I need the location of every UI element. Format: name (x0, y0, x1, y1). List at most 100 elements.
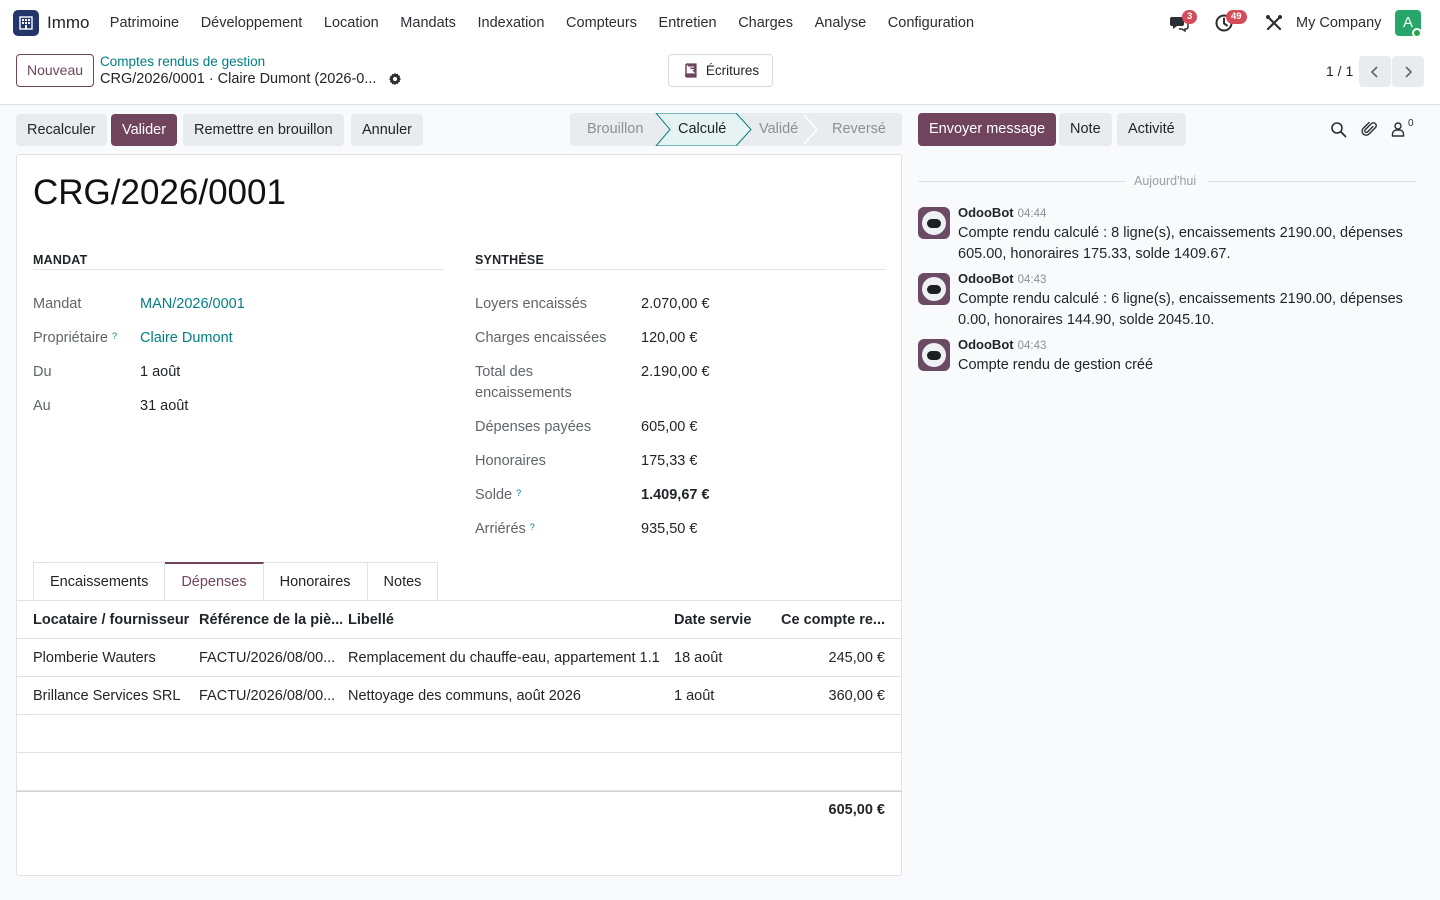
cell-libelle: Nettoyage des communs, août 2026 (348, 688, 581, 704)
col-header-montant[interactable]: Ce compte re... (775, 612, 885, 628)
honoraires-value: 175,33 € (641, 453, 698, 469)
log-note-button[interactable]: Note (1059, 113, 1112, 146)
pager-previous-button[interactable] (1359, 56, 1391, 87)
menu-item-entretien[interactable]: Entretien (648, 15, 728, 31)
stage-valide[interactable]: Validé (759, 121, 798, 137)
paperclip-icon[interactable] (1361, 121, 1378, 138)
today-divider-right (1208, 181, 1416, 182)
tab-depenses[interactable]: Dépenses (165, 562, 264, 601)
menu-item-mandats[interactable]: Mandats (390, 15, 467, 31)
stage-reverse[interactable]: Reversé (832, 121, 886, 137)
menu-item-location[interactable]: Location (313, 15, 389, 31)
pager-value[interactable]: 1 / 1 (1326, 63, 1353, 79)
menu-item-configuration[interactable]: Configuration (877, 15, 985, 31)
mandat-value[interactable]: MAN/2026/0001 (140, 296, 245, 312)
cell-libelle: Remplacement du chauffe-eau, appartement… (348, 650, 660, 666)
message-body: Compte rendu calculé : 8 ligne(s), encai… (958, 225, 1403, 262)
recalculer-button[interactable]: Recalculer (16, 114, 107, 146)
followers-icon[interactable] (1391, 121, 1408, 138)
proprietaire-help-icon[interactable]: ? (112, 331, 117, 341)
today-divider-left (918, 181, 1126, 182)
synthese-group-title: SYNTHÈSE (475, 253, 544, 267)
menu-item-patrimoine[interactable]: Patrimoine (99, 15, 190, 31)
remettre-brouillon-button[interactable]: Remettre en brouillon (183, 114, 344, 146)
author-name: OdooBot (958, 337, 1014, 352)
col-header-libelle[interactable]: Libellé (348, 612, 668, 628)
proprietaire-value[interactable]: Claire Dumont (140, 330, 233, 346)
arrieres-help-icon[interactable]: ? (530, 522, 535, 532)
table-total: 605,00 € (828, 802, 885, 818)
menu-item-developpement[interactable]: Développement (190, 15, 313, 31)
au-label: Au (33, 398, 51, 414)
ecritures-label: Écritures (705, 63, 760, 78)
table-header: Locataire / fournisseur Référence de la … (17, 601, 901, 639)
table-row[interactable]: Plomberie Wauters FACTU/2026/08/00... Re… (17, 639, 901, 677)
activities-badge: 49 (1226, 10, 1247, 24)
charges-value: 120,00 € (641, 330, 698, 346)
table-row[interactable]: Brillance Services SRL FACTU/2026/08/00.… (17, 677, 901, 715)
annuler-button[interactable]: Annuler (351, 114, 423, 146)
synthese-group-divider (475, 269, 886, 270)
chevron-right-icon (1405, 65, 1413, 78)
mandat-label: Mandat (33, 296, 82, 312)
main-menu: Patrimoine Développement Location Mandat… (99, 0, 985, 46)
odoobot-avatar[interactable] (918, 207, 950, 239)
menu-item-charges[interactable]: Charges (727, 15, 803, 31)
message-time: 04:43 (1017, 274, 1047, 286)
debug-tools-icon[interactable] (1264, 13, 1284, 33)
col-header-locataire[interactable]: Locataire / fournisseur (33, 612, 193, 628)
solde-label-wrap: Solde? (475, 485, 521, 506)
app-name[interactable]: Immo (47, 13, 90, 33)
messages-badge: 3 (1182, 10, 1198, 24)
send-message-button[interactable]: Envoyer message (918, 113, 1057, 146)
status-bar: Brouillon Calculé Validé Reversé (570, 113, 902, 146)
activity-button[interactable]: Activité (1117, 113, 1186, 146)
new-button[interactable]: Nouveau (16, 54, 95, 87)
mandat-group-title: MANDAT (33, 253, 88, 267)
solde-help-icon[interactable]: ? (516, 488, 521, 498)
cell-reference: FACTU/2026/08/00... (199, 688, 336, 704)
odoobot-avatar[interactable] (918, 273, 950, 305)
charges-label: Charges encaissées (475, 330, 607, 346)
menu-item-analyse[interactable]: Analyse (804, 15, 877, 31)
company-switcher[interactable]: My Company (1296, 15, 1381, 31)
tab-encaissements[interactable]: Encaissements (33, 562, 166, 601)
form-sheet: CRG/2026/0001 MANDAT SYNTHÈSE Mandat MAN… (16, 154, 902, 876)
message-author[interactable]: OdooBot 04:43 (958, 337, 1046, 352)
message-body: Compte rendu calculé : 6 ligne(s), encai… (958, 291, 1403, 328)
apps-menu-icon[interactable] (13, 10, 39, 36)
col-header-date[interactable]: Date servie (674, 612, 769, 628)
tab-honoraires[interactable]: Honoraires (263, 562, 368, 601)
menu-item-indexation[interactable]: Indexation (467, 15, 556, 31)
search-icon[interactable] (1330, 121, 1347, 138)
table-footer: 605,00 € (17, 791, 901, 829)
stage-calcule[interactable]: Calculé (678, 121, 726, 137)
message-author[interactable]: OdooBot 04:44 (958, 205, 1046, 220)
pager-next-button[interactable] (1392, 56, 1424, 87)
valider-button[interactable]: Valider (111, 114, 178, 146)
ecritures-button[interactable]: Écritures (668, 54, 773, 87)
total-encaissements-label: Total des encaissements (475, 364, 572, 401)
cell-montant: 245,00 € (828, 650, 885, 666)
message-body: Compte rendu de gestion créé (958, 357, 1154, 373)
arrieres-value: 935,50 € (641, 521, 698, 537)
cell-date: 1 août (674, 688, 715, 704)
honoraires-label: Honoraires (475, 453, 546, 469)
col-header-reference[interactable]: Référence de la piè... (199, 612, 342, 628)
proprietaire-label: Propriétaire (33, 330, 108, 346)
solde-label: Solde (475, 487, 513, 503)
arrieres-label: Arriérés (475, 521, 526, 537)
au-value[interactable]: 31 août (140, 398, 188, 414)
menu-item-compteurs[interactable]: Compteurs (555, 15, 648, 31)
notebook-tabs: Encaissements Dépenses Honoraires Notes (33, 562, 439, 601)
depenses-table: Locataire / fournisseur Référence de la … (17, 601, 901, 829)
du-value[interactable]: 1 août (140, 364, 180, 380)
gear-icon[interactable] (388, 72, 402, 86)
tab-notes[interactable]: Notes (367, 562, 439, 601)
message-author[interactable]: OdooBot 04:43 (958, 271, 1046, 286)
loyers-label: Loyers encaissés (475, 296, 588, 312)
breadcrumb-current: CRG/2026/0001 · Claire Dumont (2026-0... (100, 71, 377, 87)
stage-brouillon[interactable]: Brouillon (587, 121, 643, 137)
odoobot-avatar[interactable] (918, 339, 950, 371)
breadcrumb-parent[interactable]: Comptes rendus de gestion (100, 54, 265, 69)
